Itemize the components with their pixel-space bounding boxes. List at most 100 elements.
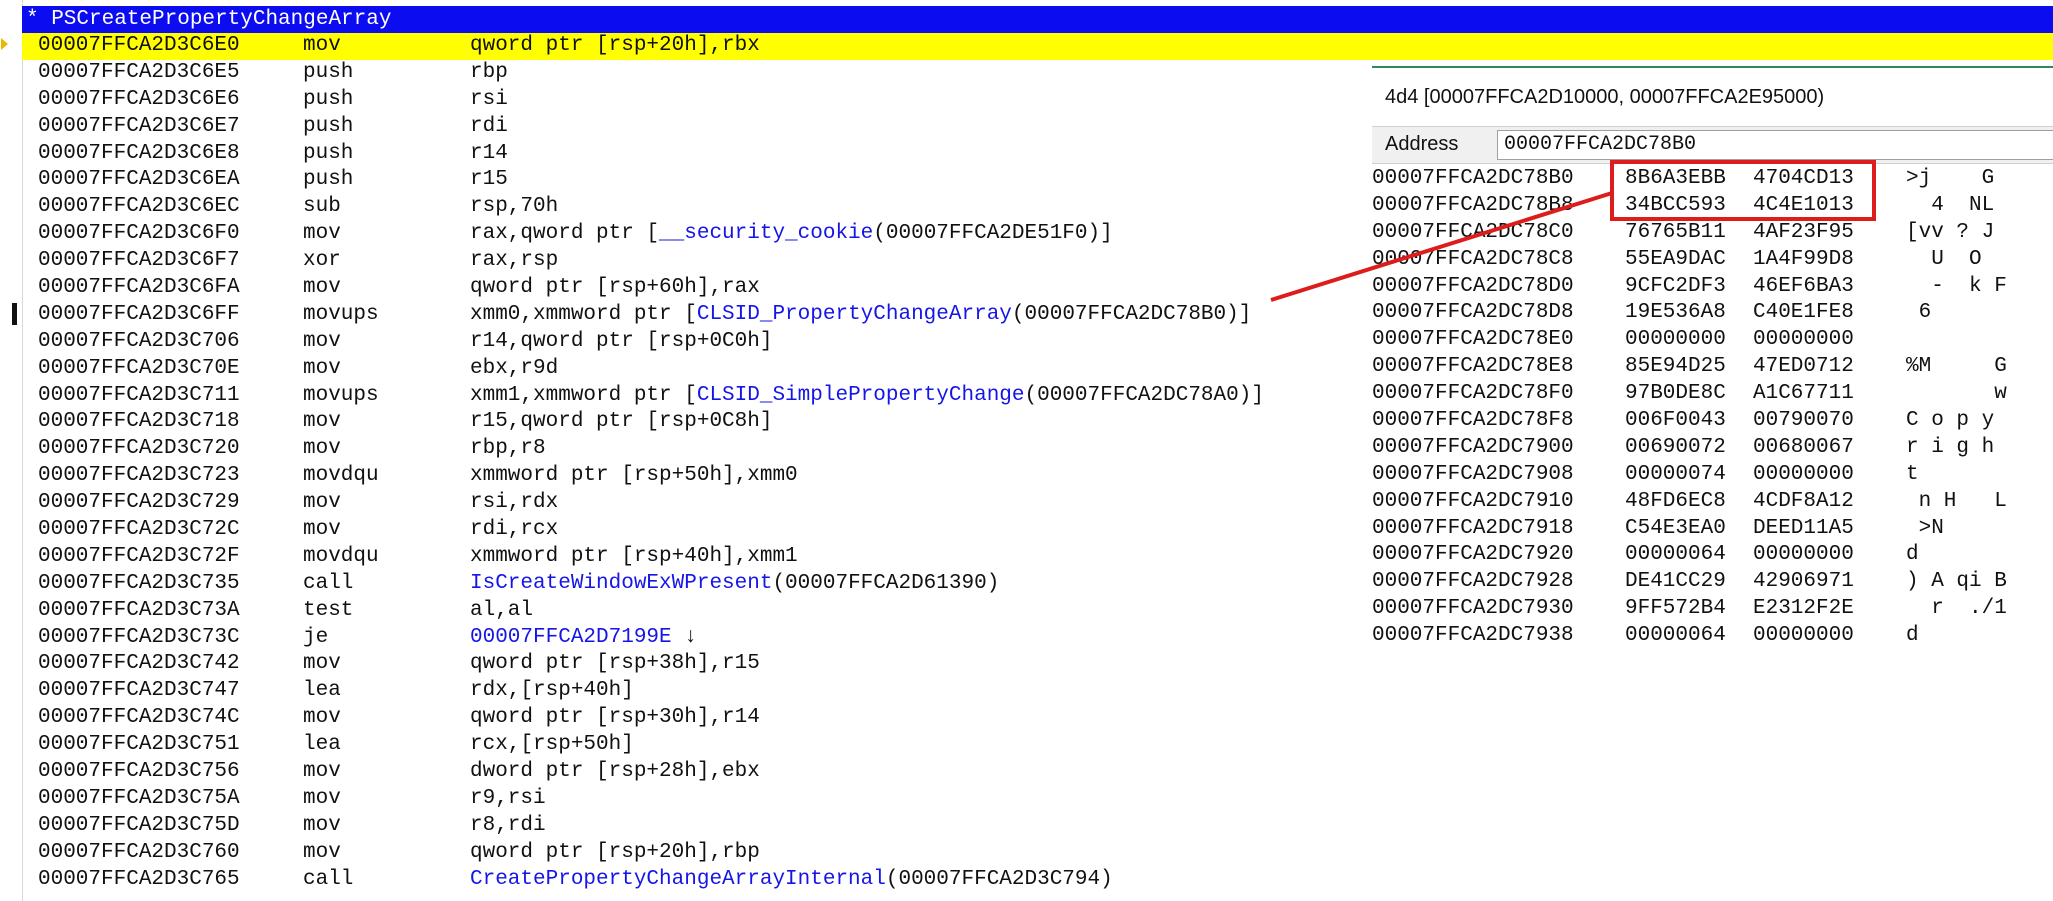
memory-address: 00007FFCA2DC7928: [1372, 570, 1574, 594]
operand-text: rbp,r8: [470, 437, 546, 461]
symbol-link[interactable]: __security_cookie: [659, 222, 873, 245]
instruction-address: 00007FFCA2D3C720: [38, 437, 240, 461]
operand-text: rdi,rcx: [470, 518, 559, 542]
memory-ascii: >N: [1906, 516, 1944, 540]
instruction-operands: 00007FFCA2D7199E ↓: [470, 625, 697, 652]
instruction-address: 00007FFCA2D3C75D: [38, 813, 240, 837]
instruction-mnemonic: mov: [303, 222, 341, 246]
instruction-address: 00007FFCA2D3C723: [38, 464, 240, 488]
breakpoint-gutter[interactable]: [0, 0, 23, 901]
operand-text: rsi,rdx: [470, 491, 559, 515]
operand-text: rsi: [470, 87, 508, 111]
instruction-operands: r9,rsi: [470, 786, 546, 813]
memory-dword: C40E1FE8: [1753, 301, 1854, 325]
memory-dword: 00000000: [1753, 328, 1854, 352]
memory-ascii: d: [1906, 624, 1919, 648]
instruction-operands: xmmword ptr [rsp+40h],xmm1: [470, 544, 798, 571]
memory-dword: 8B6A3EBB: [1625, 167, 1726, 190]
instruction-address: 00007FFCA2D3C6E0: [38, 34, 240, 57]
instruction-mnemonic: mov: [303, 34, 341, 57]
memory-ascii: r ./1: [1906, 597, 2007, 621]
function-title-bar: * PSCreatePropertyChangeArray: [22, 6, 2053, 33]
instruction-operands: qword ptr [rsp+20h],rbp: [470, 840, 760, 867]
instruction-address: 00007FFCA2D3C6EC: [38, 195, 240, 219]
symbol-link[interactable]: CreatePropertyChangeArrayInternal: [470, 868, 886, 891]
symbol-link[interactable]: CLSID_SimplePropertyChange: [697, 384, 1025, 407]
memory-dword: 55EA9DAC: [1625, 247, 1726, 271]
symbol-link[interactable]: 00007FFCA2D7199E: [470, 626, 672, 649]
instruction-operands: rdx,[rsp+40h]: [470, 678, 634, 705]
operand-text: r15: [470, 168, 508, 192]
operand-suffix: (00007FFCA2DC78A0)]: [1024, 383, 1264, 407]
memory-address: 00007FFCA2DC7930: [1372, 597, 1574, 621]
memory-address: 00007FFCA2DC78D8: [1372, 301, 1574, 325]
instruction-address: 00007FFCA2D3C6F0: [38, 222, 240, 246]
memory-ascii: r i g h: [1906, 435, 1995, 459]
instruction-address: 00007FFCA2D3C73A: [38, 598, 240, 622]
memory-ascii: t: [1906, 462, 1919, 486]
memory-address: 00007FFCA2DC78E0: [1372, 328, 1574, 352]
instruction-address: 00007FFCA2D3C6E5: [38, 60, 240, 84]
memory-dword: 00790070: [1753, 409, 1854, 433]
address-input[interactable]: 00007FFCA2DC78B0: [1497, 130, 2053, 160]
memory-dword: 46EF6BA3: [1753, 274, 1854, 298]
instruction-operands: IsCreateWindowExWPresent(00007FFCA2D6139…: [470, 571, 999, 598]
instruction-mnemonic: je: [303, 625, 329, 649]
pane-divider: [1372, 66, 2053, 68]
operand-suffix: (00007FFCA2DC78B0)]: [1011, 302, 1252, 326]
operand-suffix: ↓: [671, 625, 697, 649]
instruction-operands: qword ptr [rsp+30h],r14: [470, 705, 760, 732]
operand-text: rsp,70h: [470, 195, 559, 219]
memory-dword: 85E94D25: [1625, 355, 1726, 379]
operand-text: rax,rsp: [470, 249, 559, 273]
address-bar: Address 00007FFCA2DC78B0: [1372, 126, 2053, 164]
memory-address: 00007FFCA2DC7900: [1372, 435, 1574, 459]
memory-dword: 97B0DE8C: [1625, 382, 1726, 406]
memory-ascii: d: [1906, 543, 1919, 567]
instruction-address: 00007FFCA2D3C75A: [38, 786, 240, 810]
instruction-address: 00007FFCA2D3C6EA: [38, 168, 240, 192]
operand-text: r9,rsi: [470, 786, 546, 810]
operand-text: qword ptr [rsp+20h],rbx: [470, 34, 760, 57]
instruction-mnemonic: mov: [303, 329, 341, 353]
instruction-operands: rbp: [470, 60, 508, 87]
memory-address: 00007FFCA2DC7920: [1372, 543, 1574, 567]
instruction-mnemonic: mov: [303, 356, 341, 380]
memory-dword: 19E536A8: [1625, 301, 1726, 325]
instruction-operands: r14: [470, 141, 508, 168]
memory-pane[interactable]: 4d4 [00007FFCA2D10000, 00007FFCA2E95000)…: [1372, 66, 2053, 901]
operand-text: rcx,[rsp+50h]: [470, 733, 634, 757]
instruction-operands: rbp,r8: [470, 436, 546, 463]
instruction-operands: r15,qword ptr [rsp+0C8h]: [470, 409, 772, 436]
instruction-mnemonic: push: [303, 60, 354, 84]
memory-ascii: ) A qi B: [1906, 570, 2007, 594]
instruction-mnemonic: push: [303, 141, 354, 165]
instruction-operands: qword ptr [rsp+38h],r15: [470, 651, 760, 678]
instruction-operands: qword ptr [rsp+60h],rax: [470, 275, 760, 302]
memory-dword: 47ED0712: [1753, 355, 1854, 379]
operand-text: al,al: [470, 598, 534, 622]
symbol-link[interactable]: IsCreateWindowExWPresent: [470, 572, 772, 595]
instruction-operands: dword ptr [rsp+28h],ebx: [470, 759, 760, 786]
memory-address: 00007FFCA2DC78F8: [1372, 409, 1574, 433]
memory-dword: 4C4E1013: [1753, 193, 1854, 217]
instruction-address: 00007FFCA2D3C6E8: [38, 141, 240, 165]
operand-text: qword ptr [rsp+38h],r15: [470, 652, 760, 676]
instruction-address: 00007FFCA2D3C742: [38, 652, 240, 676]
operand-text: xmmword ptr [rsp+40h],xmm1: [470, 544, 798, 568]
memory-region-title: 4d4 [00007FFCA2D10000, 00007FFCA2E95000): [1385, 86, 1825, 108]
instruction-operands: rsi: [470, 87, 508, 114]
memory-dword: DE41CC29: [1625, 570, 1726, 594]
symbol-link[interactable]: CLSID_PropertyChangeArray: [697, 303, 1012, 326]
memory-address: 00007FFCA2DC78E8: [1372, 355, 1574, 379]
operand-text: ebx,r9d: [470, 356, 559, 380]
instruction-pointer-arrow-icon: [1, 38, 8, 50]
instruction-mnemonic: mov: [303, 437, 341, 461]
address-label: Address: [1385, 133, 1459, 155]
memory-dword: DEED11A5: [1753, 516, 1854, 540]
operand-text: rbp: [470, 60, 508, 84]
instruction-address: 00007FFCA2D3C735: [38, 571, 240, 595]
instruction-operands: r14,qword ptr [rsp+0C0h]: [470, 329, 772, 356]
memory-ascii: 6: [1906, 301, 1932, 325]
current-instruction-row[interactable]: 00007FFCA2D3C6E0 mov qword ptr [rsp+20h],r…: [22, 33, 2053, 60]
